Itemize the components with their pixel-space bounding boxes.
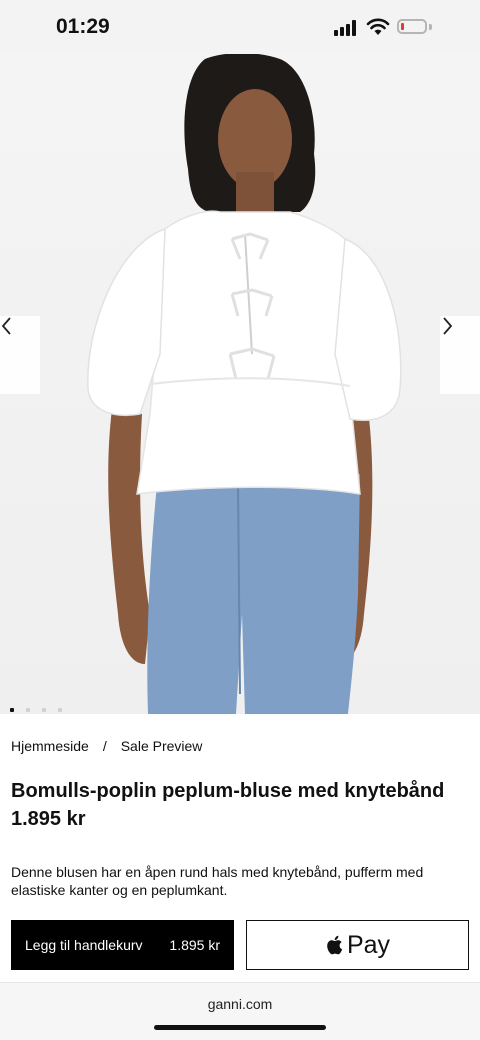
- product-image-carousel[interactable]: [0, 54, 480, 714]
- add-to-cart-price: 1.895 kr: [169, 937, 220, 953]
- carousel-next-button[interactable]: [440, 316, 480, 394]
- breadcrumb-current-link[interactable]: Sale Preview: [121, 738, 203, 754]
- status-time: 01:29: [56, 15, 110, 38]
- apple-logo-icon: [327, 935, 343, 955]
- chevron-right-icon: [443, 317, 453, 335]
- carousel-dot[interactable]: [58, 708, 62, 712]
- carousel-dots: [10, 699, 74, 712]
- product-title: Bomulls-poplin peplum-bluse med knytebån…: [11, 780, 445, 802]
- carousel-dot[interactable]: [26, 708, 30, 712]
- add-to-cart-button[interactable]: Legg til handlekurv 1.895 kr: [11, 920, 234, 970]
- url-text[interactable]: ganni.com: [0, 996, 480, 1012]
- battery-fill: [401, 23, 404, 30]
- breadcrumb-home-link[interactable]: Hjemmeside: [11, 738, 89, 754]
- product-price: 1.895 kr: [11, 808, 86, 830]
- wifi-icon: [366, 18, 390, 35]
- add-to-cart-label: Legg til handlekurv: [25, 937, 143, 953]
- chevron-left-icon: [1, 317, 11, 335]
- product-photo: [87, 54, 402, 714]
- breadcrumb-separator: /: [102, 738, 107, 754]
- status-icons: [334, 18, 444, 38]
- status-bar: 01:29: [0, 0, 480, 54]
- carousel-dot[interactable]: [10, 708, 14, 712]
- battery-cap: [429, 24, 432, 30]
- product-description: Denne blusen har en åpen rund hals med k…: [11, 864, 424, 898]
- breadcrumb: Hjemmeside / Sale Preview: [11, 738, 202, 754]
- battery-icon: [397, 19, 427, 34]
- apple-pay-button[interactable]: Pay: [246, 920, 469, 970]
- carousel-prev-button[interactable]: [0, 316, 40, 394]
- apple-pay-label: Pay: [346, 930, 391, 959]
- carousel-dot[interactable]: [42, 708, 46, 712]
- cellular-signal-icon: [334, 20, 360, 36]
- home-indicator[interactable]: [154, 1025, 326, 1030]
- browser-address-bar[interactable]: ganni.com: [0, 982, 480, 1040]
